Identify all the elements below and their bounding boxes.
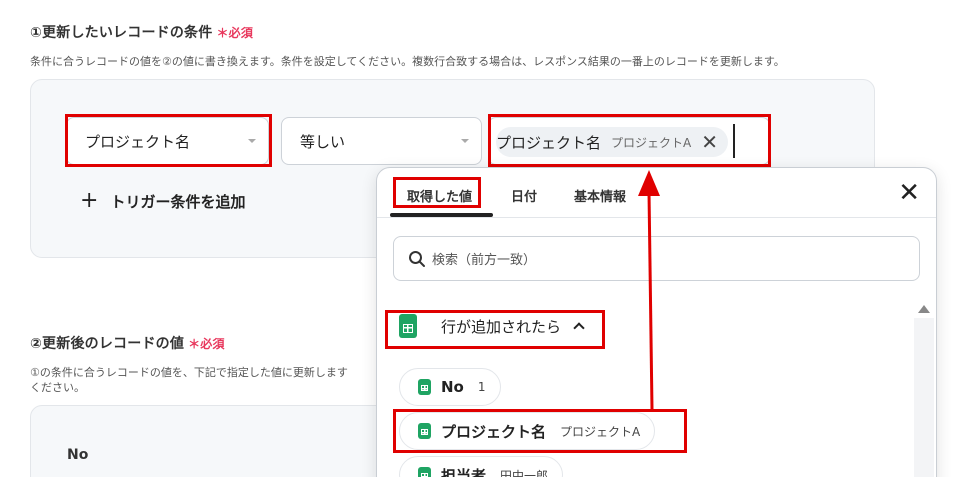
section1-title: ①更新したいレコードの条件 ＊必須 xyxy=(30,22,253,42)
section2-title-text: ②更新後のレコードの値 xyxy=(30,336,185,352)
field-select-value: プロジェクト名 xyxy=(85,132,191,151)
value-picker-popup: 取得した値 日付 基本情報 ✕ 検索（前方一致） 行が追加されたら No 1 プ… xyxy=(376,167,937,477)
group-label: 行が追加されたら xyxy=(441,317,562,336)
search-input[interactable]: 検索（前方一致） xyxy=(393,236,920,281)
close-icon[interactable]: ✕ xyxy=(898,180,920,206)
section1-title-text: ①更新したいレコードの条件 xyxy=(30,25,213,41)
value-panel xyxy=(30,405,430,477)
list-item[interactable]: プロジェクト名 プロジェクトA xyxy=(399,412,656,450)
operator-select-value: 等しい xyxy=(300,132,346,151)
chevron-down-icon xyxy=(461,139,469,143)
item-name: プロジェクト名 xyxy=(441,422,547,441)
plus-icon: + xyxy=(80,188,99,213)
scroll-up-arrow-icon[interactable] xyxy=(918,305,930,313)
search-placeholder: 検索（前方一致） xyxy=(432,253,537,268)
tab-basic-info[interactable]: 基本情報 xyxy=(574,186,626,205)
search-icon xyxy=(409,250,425,267)
chevron-up-icon xyxy=(573,322,585,334)
section1-description: 条件に合うレコードの値を②の値に書き換えます。条件を設定してください。複数行合致… xyxy=(30,55,785,68)
tab-date[interactable]: 日付 xyxy=(511,186,537,205)
field-label-no: No xyxy=(67,447,89,463)
item-value: プロジェクトA xyxy=(560,424,641,439)
text-cursor xyxy=(733,124,735,158)
value-chip[interactable]: プロジェクト名 プロジェクトA ✕ xyxy=(496,127,728,157)
google-sheets-icon xyxy=(418,467,431,477)
section2-description-line2: ください。 xyxy=(30,381,85,394)
required-badge: ＊必須 xyxy=(188,337,225,351)
item-value: 田中一郎 xyxy=(500,468,549,477)
add-trigger-label: トリガー条件を追加 xyxy=(110,192,246,211)
list-item[interactable]: 担当者 田中一郎 xyxy=(399,456,564,477)
required-badge: ＊必須 xyxy=(216,26,254,40)
item-value: 1 xyxy=(477,380,486,394)
item-name: No xyxy=(441,378,464,396)
close-icon[interactable]: ✕ xyxy=(701,132,718,152)
section2-title: ②更新後のレコードの値 ＊必須 xyxy=(30,333,225,353)
add-trigger-button[interactable]: + トリガー条件を追加 xyxy=(80,190,245,212)
chevron-down-icon xyxy=(248,139,256,143)
google-sheets-icon xyxy=(418,379,431,395)
group-header-row-added[interactable]: 行が追加されたら xyxy=(399,314,585,338)
google-sheets-icon xyxy=(399,314,417,338)
value-chip-value: プロジェクトA xyxy=(611,135,692,150)
section2-description-line1: ①の条件に合うレコードの値を、下記で指定した値に更新します xyxy=(30,366,348,379)
tab-acquired-values[interactable]: 取得した値 xyxy=(407,186,472,205)
field-select[interactable]: プロジェクト名 xyxy=(66,117,269,165)
list-item[interactable]: No 1 xyxy=(399,368,501,406)
active-tab-indicator xyxy=(390,213,493,217)
operator-select[interactable]: 等しい xyxy=(281,117,482,165)
popup-tabs: 取得した値 日付 基本情報 ✕ xyxy=(377,168,936,218)
value-input[interactable]: プロジェクト名 プロジェクトA ✕ xyxy=(488,117,770,165)
scrollbar[interactable] xyxy=(914,318,934,477)
value-chip-label: プロジェクト名 xyxy=(496,133,602,152)
item-name: 担当者 xyxy=(441,466,487,477)
google-sheets-icon xyxy=(418,423,431,439)
